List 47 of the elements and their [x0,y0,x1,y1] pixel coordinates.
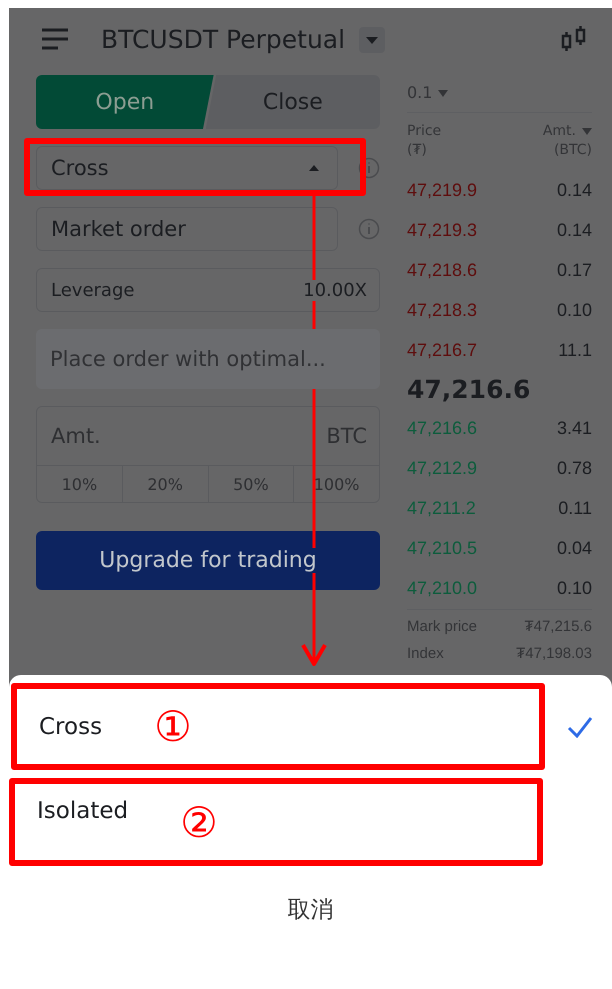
bid-amount: 0.10 [556,578,592,598]
menu-icon[interactable] [41,27,69,51]
info-icon[interactable] [358,157,380,179]
caret-icon [438,90,448,98]
ask-amount: 0.10 [556,300,592,320]
bid-amount: 0.11 [558,498,592,518]
page-title: BTCUSDT Perpetual [101,24,346,54]
price-unit: (₮) [407,142,428,158]
bid-amount: 3.41 [556,418,592,438]
ask-price: 47,219.9 [407,180,478,200]
ask-amount: 11.1 [558,340,592,360]
trade-tab[interactable]: Open [36,75,214,129]
amount-field[interactable]: Amt. [51,424,326,448]
margin-mode-option[interactable]: Isolated [37,798,128,824]
percent-button[interactable]: 100% [293,466,379,502]
bid-price: 47,210.5 [407,538,478,558]
cancel-button[interactable]: 取消 [272,886,350,933]
bid-price: 47,211.2 [407,498,476,518]
ask-price: 47,216.7 [407,340,478,360]
ask-amount: 0.14 [556,220,592,240]
upgrade-button[interactable]: Upgrade for trading [36,531,380,590]
leverage-value[interactable]: 10.00X [303,280,367,300]
dropdown-caret-icon[interactable] [359,27,386,53]
ask-amount: 0.14 [556,180,592,200]
annotation-number: ② [180,802,218,844]
percent-button[interactable]: 20% [122,466,208,502]
candlestick-chart-icon[interactable] [560,25,588,53]
annotation-number: ① [154,706,192,748]
order-type-dropdown[interactable]: Market order [36,207,338,251]
bid-amount: 0.78 [556,458,592,478]
bid-amount: 0.04 [556,538,592,558]
trade-tab[interactable]: Close [206,75,380,129]
ask-price: 47,219.3 [407,220,478,240]
ask-price: 47,218.3 [407,300,478,320]
bid-price: 47,210.0 [407,578,478,598]
bid-price: 47,212.9 [407,458,478,478]
amount-unit: BTC [326,424,367,448]
leverage-label: Leverage [51,280,134,300]
margin-mode-option[interactable]: Cross [39,714,102,740]
ask-price: 47,218.6 [407,260,478,280]
caret-icon [582,128,592,134]
ask-amount: 0.17 [556,260,592,280]
bid-price: 47,216.6 [407,418,478,438]
last-price: 47,216.6 [407,374,532,406]
percent-button[interactable]: 50% [208,466,294,502]
percent-button[interactable]: 10% [37,466,122,502]
margin-mode-dropdown[interactable]: Cross [36,146,338,190]
